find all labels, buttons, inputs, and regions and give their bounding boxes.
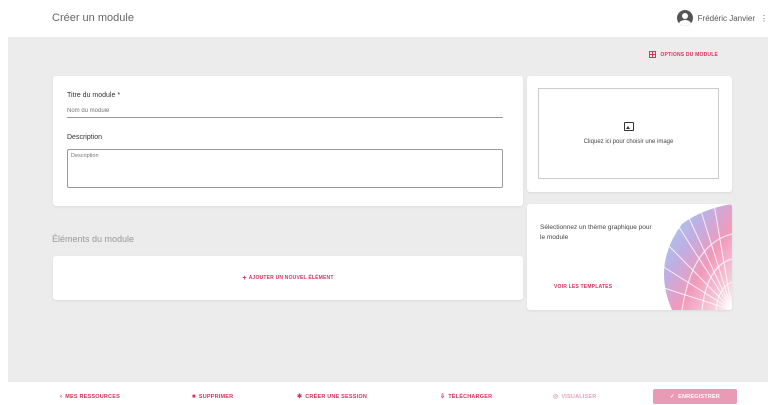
user-name: Frédéric Janvier — [697, 13, 755, 23]
download-icon: ⇩ — [440, 394, 446, 400]
check-icon: ✓ — [669, 394, 676, 400]
preview-label: VISUALISER — [561, 393, 597, 400]
module-info-card: Titre du module * Description — [53, 76, 523, 206]
footer-action-bar: ‹ MES RESSOURCES ■ SUPPRIMER ✱ CRÉER UNE… — [0, 388, 774, 405]
plus-icon: + — [242, 274, 247, 282]
image-drop-zone[interactable]: Cliquez ici pour choisir une image — [538, 88, 719, 179]
description-field[interactable] — [67, 149, 503, 188]
image-drop-text: Cliquez ici pour choisir une image — [583, 139, 674, 145]
user-menu[interactable]: Frédéric Janvier ⋮ — [676, 10, 768, 26]
create-session-button[interactable]: ✱ CRÉER UNE SESSION — [297, 388, 367, 405]
menu-dots-icon: ⋮ — [760, 13, 768, 23]
grid-icon — [649, 51, 657, 58]
save-label: ENREGISTRER — [678, 393, 721, 400]
create-session-label: CRÉER UNE SESSION — [305, 393, 368, 400]
download-label: TÉLÉCHARGER — [448, 393, 493, 400]
add-element-button[interactable]: + AJOUTER UN NOUVEL ÉLÉMENT — [242, 275, 333, 282]
download-button[interactable]: ⇩ TÉLÉCHARGER — [440, 388, 492, 405]
add-element-label: AJOUTER UN NOUVEL ÉLÉMENT — [248, 275, 334, 281]
theme-card: Sélectionnez un thème graphique pour le … — [527, 204, 732, 310]
module-options-label: OPTIONS DU MODULE — [660, 51, 718, 58]
my-resources-label: MES RESSOURCES — [65, 393, 120, 400]
trash-icon: ■ — [192, 393, 196, 400]
view-templates-button[interactable]: VOIR LES TEMPLATES — [554, 284, 612, 290]
delete-button[interactable]: ■ SUPPRIMER — [192, 388, 233, 405]
description-label: Description — [67, 134, 103, 141]
elements-section-label: Éléments du module — [52, 234, 135, 244]
image-icon — [623, 122, 634, 131]
account-icon — [676, 10, 693, 26]
chevron-left-icon: ‹ — [60, 393, 63, 400]
title-label: Titre du module * — [67, 92, 121, 99]
color-swatch-illustration — [652, 204, 732, 310]
preview-button[interactable]: ◎ VISUALISER — [553, 388, 596, 405]
page-title: Créer un module — [52, 12, 134, 24]
add-element-card: + AJOUTER UN NOUVEL ÉLÉMENT — [53, 256, 523, 300]
title-input[interactable] — [67, 104, 503, 118]
eye-icon: ◎ — [553, 394, 559, 400]
image-upload-card: Cliquez ici pour choisir une image — [527, 76, 732, 192]
save-button[interactable]: ✓ ENREGISTRER — [653, 389, 737, 404]
module-options-button[interactable]: OPTIONS DU MODULE — [649, 51, 718, 58]
session-icon: ✱ — [297, 394, 303, 400]
top-bar: Créer un module Frédéric Janvier ⋮ — [0, 0, 774, 37]
main-content: OPTIONS DU MODULE Titre du module * Desc… — [8, 37, 768, 382]
theme-description: Sélectionnez un thème graphique pour le … — [540, 224, 652, 241]
my-resources-button[interactable]: ‹ MES RESSOURCES — [60, 388, 120, 405]
delete-label: SUPPRIMER — [198, 393, 234, 400]
